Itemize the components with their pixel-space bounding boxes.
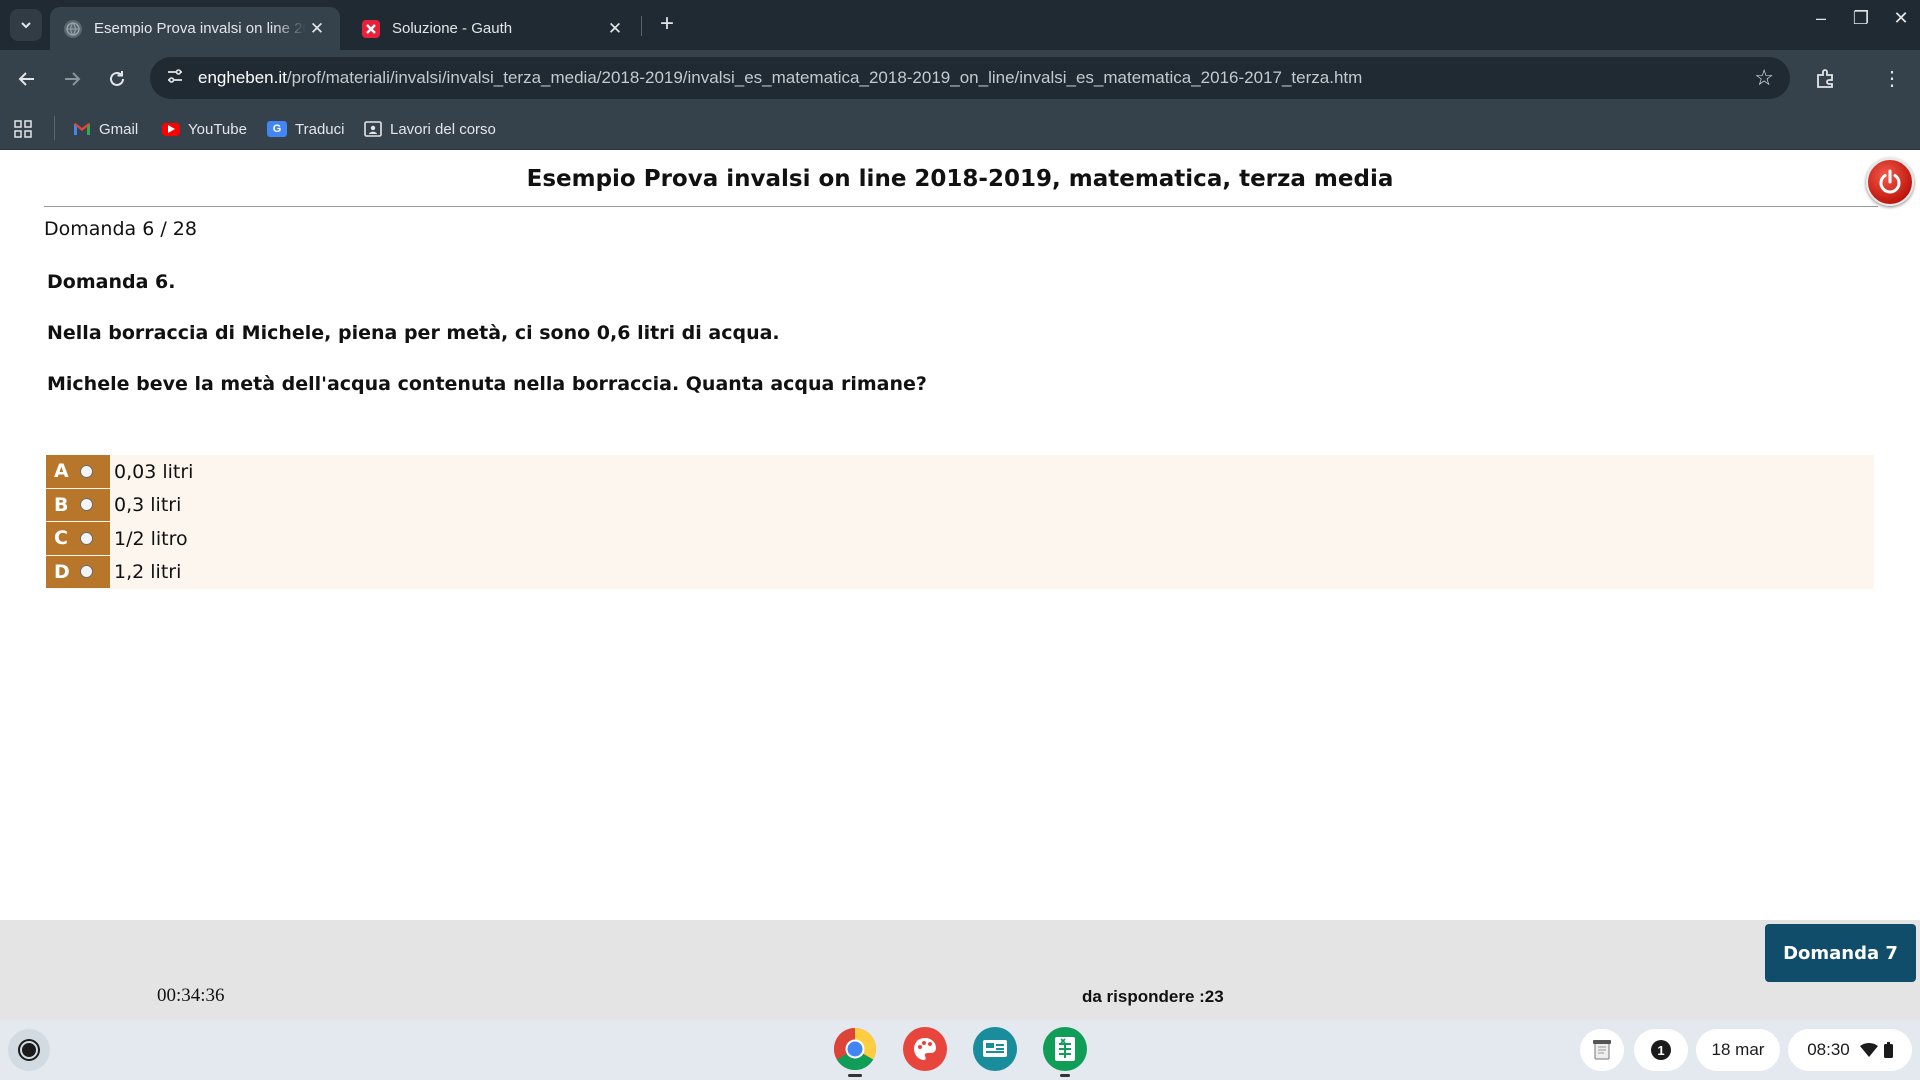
answer-option-a[interactable]: A 0,03 litri <box>46 455 1874 489</box>
bookmark-lavori[interactable]: Lavori del corso <box>364 116 496 142</box>
new-tab-button[interactable]: + <box>652 10 682 40</box>
browser-toolbar: engheben.it/prof/materiali/invalsi/inval… <box>0 50 1920 108</box>
youtube-icon <box>162 122 180 136</box>
url-domain: engheben.it <box>198 68 287 87</box>
question-counter: Domanda 6 / 28 <box>44 218 197 240</box>
tab-title: Soluzione - Gauth <box>392 20 513 37</box>
notification-pill[interactable]: 1 <box>1634 1029 1688 1071</box>
site-settings-icon[interactable] <box>164 67 186 89</box>
quiz-footer: Domanda 7 00:34:36 da rispondere :23 <box>0 920 1920 1020</box>
url-text: engheben.it/prof/materiali/invalsi/inval… <box>198 68 1362 88</box>
tab-close-icon[interactable]: ✕ <box>604 19 626 39</box>
answer-label: 0,3 litri <box>114 494 182 517</box>
answer-list: A 0,03 litri B 0,3 litri C 1/2 litro D 1… <box>46 455 1874 589</box>
answer-letter: A <box>54 460 69 483</box>
bookmarks-bar: Gmail YouTube G Traduci Lavori del corso <box>0 108 1920 150</box>
classroom-app-icon[interactable] <box>973 1027 1017 1071</box>
answer-label: 1,2 litri <box>114 561 182 584</box>
answer-letter: B <box>54 493 69 516</box>
bookmarks-divider <box>54 116 55 140</box>
bookmark-label: Traduci <box>295 120 345 138</box>
page-title: Esempio Prova invalsi on line 2018-2019,… <box>526 166 1394 192</box>
elapsed-timer: 00:34:36 <box>157 985 225 1006</box>
quiz-page: Esempio Prova invalsi on line 2018-2019,… <box>0 150 1920 920</box>
answer-radio[interactable] <box>80 565 93 579</box>
os-shelf: 1 18 mar 08:30 <box>0 1020 1920 1080</box>
question-text: Michele beve la metà dell'acqua contenut… <box>47 373 927 395</box>
tote-holding-space-icon[interactable] <box>1580 1029 1624 1071</box>
launcher-button[interactable] <box>8 1029 50 1071</box>
minimize-button[interactable]: – <box>1806 8 1836 29</box>
answer-option-d[interactable]: D 1,2 litri <box>46 555 1874 589</box>
date-text: 18 mar <box>1711 1040 1765 1059</box>
tab-close-icon[interactable]: ✕ <box>306 19 328 39</box>
answer-label: 1/2 litro <box>114 527 188 550</box>
tab-gauth[interactable]: Soluzione - Gauth ✕ <box>348 7 638 50</box>
answer-radio[interactable] <box>80 531 93 545</box>
power-exit-icon[interactable] <box>1866 158 1914 206</box>
apps-grid-icon[interactable] <box>14 116 32 142</box>
tab-divider <box>641 16 642 36</box>
app-running-indicator <box>848 1074 862 1077</box>
app-running-indicator <box>1060 1074 1070 1077</box>
title-divider <box>44 206 1878 207</box>
menu-kebab-icon[interactable]: ⋮ <box>1877 64 1907 94</box>
url-path: /prof/materiali/invalsi/invalsi_terza_me… <box>286 68 1363 87</box>
arrow-left-icon <box>18 72 34 86</box>
reload-icon <box>110 71 124 86</box>
tab-strip: Esempio Prova invalsi on line 2018-2019 … <box>0 0 1920 50</box>
extensions-icon[interactable] <box>1810 64 1840 94</box>
gauth-icon <box>362 19 380 38</box>
chrome-app-icon[interactable] <box>833 1027 877 1071</box>
answer-label: 0,03 litri <box>114 460 194 483</box>
remaining-count: da rispondere :23 <box>1082 987 1224 1006</box>
status-tray[interactable]: 08:30 <box>1788 1029 1912 1071</box>
clock-time: 08:30 <box>1807 1040 1850 1059</box>
canvas-paint-icon[interactable] <box>903 1027 947 1071</box>
bookmark-label: Gmail <box>99 120 139 138</box>
reload-button[interactable] <box>102 64 132 94</box>
answer-letter-cell: B <box>46 488 110 522</box>
back-button[interactable] <box>12 64 42 94</box>
tab-search-button[interactable] <box>10 9 42 41</box>
address-bar[interactable]: engheben.it/prof/materiali/invalsi/inval… <box>150 57 1790 99</box>
battery-icon <box>1883 1042 1893 1058</box>
globe-icon <box>64 19 82 38</box>
wifi-icon <box>1859 1043 1878 1057</box>
bookmark-label: Lavori del corso <box>390 120 496 138</box>
bookmark-gmail[interactable]: Gmail <box>73 116 138 142</box>
answer-radio[interactable] <box>80 464 93 478</box>
question-text: Nella borraccia di Michele, piena per me… <box>47 322 780 344</box>
bookmark-star-icon[interactable]: ☆ <box>1754 65 1774 91</box>
answer-letter-cell: D <box>46 555 110 589</box>
classroom-icon <box>364 121 382 137</box>
bookmark-youtube[interactable]: YouTube <box>162 116 247 142</box>
answer-letter: C <box>54 527 68 550</box>
question-heading: Domanda 6. <box>47 271 176 293</box>
date-pill[interactable]: 18 mar <box>1696 1029 1780 1071</box>
forward-button[interactable] <box>57 64 87 94</box>
bookmark-traduci[interactable]: G Traduci <box>267 116 344 142</box>
answer-radio[interactable] <box>80 498 93 512</box>
restore-button[interactable]: ❐ <box>1846 8 1876 29</box>
answer-letter-cell: C <box>46 522 110 556</box>
sheets-icon[interactable] <box>1043 1027 1087 1071</box>
chevron-down-icon <box>21 22 31 29</box>
launcher-icon <box>20 1041 38 1059</box>
answer-letter: D <box>54 560 70 583</box>
answer-letter-cell: A <box>46 455 110 489</box>
close-window-button[interactable]: ✕ <box>1886 8 1916 29</box>
answer-option-c[interactable]: C 1/2 litro <box>46 522 1874 556</box>
arrow-right-icon <box>65 72 81 86</box>
bookmark-label: YouTube <box>188 120 247 138</box>
tab-invalsi[interactable]: Esempio Prova invalsi on line 2018-2019 … <box>50 7 340 50</box>
gmail-icon <box>73 121 91 137</box>
translate-icon: G <box>267 121 287 137</box>
notification-count: 1 <box>1651 1040 1671 1060</box>
answer-option-b[interactable]: B 0,3 litri <box>46 488 1874 522</box>
next-question-button[interactable]: Domanda 7 <box>1765 924 1916 982</box>
tab-title: Esempio Prova invalsi on line 2018-2019 <box>94 20 306 37</box>
